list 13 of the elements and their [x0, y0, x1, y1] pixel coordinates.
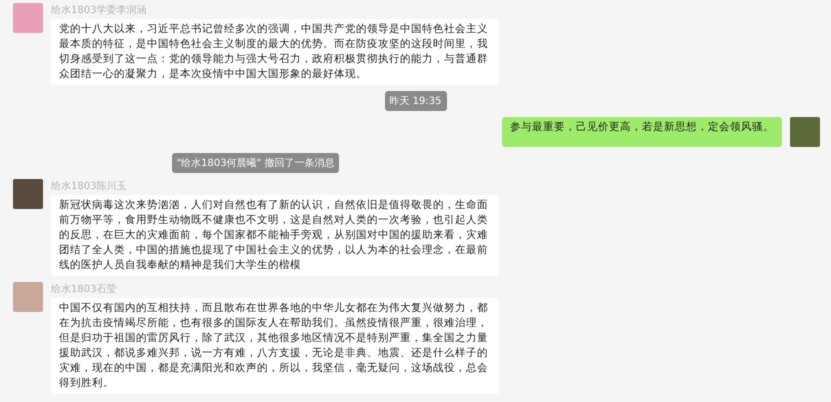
- message-bubble: 新冠状病毒这次来势汹汹，人们对自然也有了新的认识，自然依旧是值得敬畏的，生命面前万物平等，食用野生动物既不健康也不文明，这是自然对人类的一次考验，也引起人类的反思，在巨大的灾难面前，每个国家都不能袖手旁观，从别国对中国的援助来看，灾难团结了全人类，中国的措施也提现了中国社会主义的优势，以人为本的社会理念，在最前线的医护人员自我奉献的精神是我们大学生的楷模: [51, 195, 499, 276]
- sender-name: 给水1803石莹: [51, 282, 118, 296]
- sender-name: 给水1803学委李润涵: [51, 4, 148, 17]
- message-bubble: 参与最重要，己见价更高，若是新思想，定会领风骚。: [502, 117, 782, 147]
- avatar-photo[interactable]: [13, 3, 43, 33]
- message-bubble: 党的十八大以来，习近平总书记曾经多次的强调，中国共产党的领导是中国特色社会主义最本质的特征，是中国特色社会主义制度的最大的优势。而在防疫攻坚的这段时间里，我切身感受到了这一点：党的领导能力与强大号召力，政府积极贯彻执行的能力，与普通群众团结一心的凝聚力，是本次疫情中中国大国形象的最好体现。: [51, 19, 499, 85]
- avatar-photo[interactable]: [13, 179, 43, 209]
- sender-name: 给水1803陈川玉: [51, 180, 128, 193]
- timestamp: 昨天 19:35: [384, 91, 446, 111]
- message-bubble: 中国不仅有国内的互相扶持，而且散布在世界各地的中华儿女都在为伟大复兴做努力，都在为抗击疫情竭尽所能，也有很多的国际友人在帮助我们。虽然疫情很严重，很难治理，但是归功于祖国的雷厉风行，除了武汉，其他很多地区情况不是特别严重，集全国之力量援助武汉，都说多难兴邦，说一方有难，八方支援，无论是非典、地震、还是什么样子的灾难，现在的中国，都是充满阳光和欢声的，所以，我坚信，毫无疑问，这场战役，总会得到胜利。: [51, 298, 499, 394]
- avatar-photo[interactable]: [13, 282, 43, 312]
- avatar-photo[interactable]: [790, 117, 820, 147]
- recall-notice: "给水1803何晨曦" 撤回了一条消息: [172, 153, 340, 173]
